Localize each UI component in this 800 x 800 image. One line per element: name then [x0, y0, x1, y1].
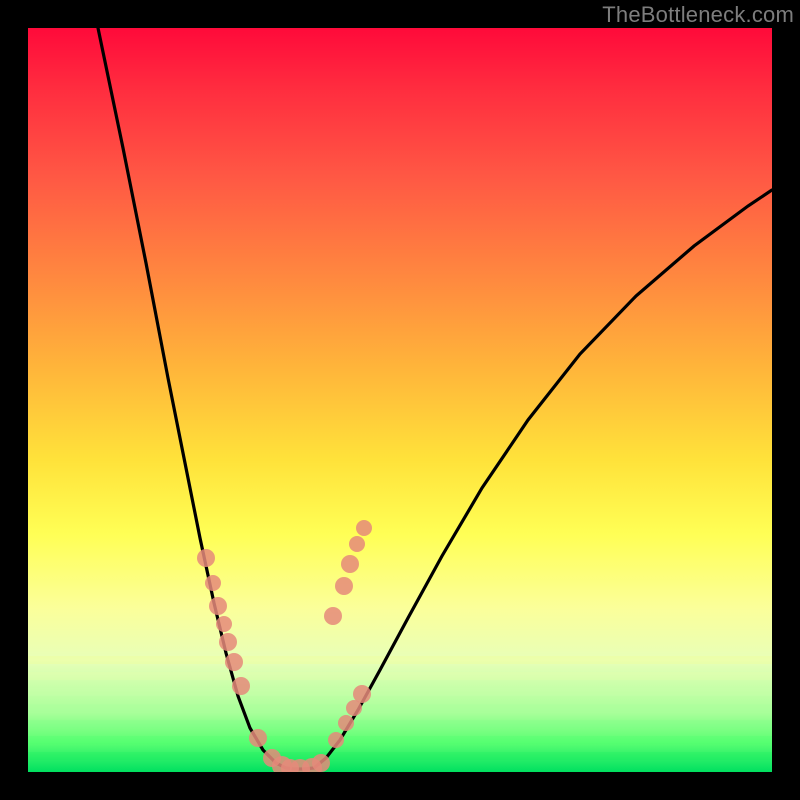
scatter-dot: [232, 677, 250, 695]
chart-frame: TheBottleneck.com: [0, 0, 800, 800]
plot-area: [28, 28, 772, 772]
scatter-dot: [335, 577, 353, 595]
scatter-dot: [216, 616, 232, 632]
scatter-dot: [197, 549, 215, 567]
scatter-dot: [225, 653, 243, 671]
scatter-dot: [205, 575, 221, 591]
scatter-dot: [349, 536, 365, 552]
scatter-dot: [249, 729, 267, 747]
scatter-dot: [338, 715, 354, 731]
scatter-dot: [209, 597, 227, 615]
scatter-dot: [219, 633, 237, 651]
curve-layer: [28, 28, 772, 772]
scatter-dots: [197, 520, 372, 772]
scatter-dot: [328, 732, 344, 748]
watermark-label: TheBottleneck.com: [602, 2, 794, 28]
scatter-dot: [346, 700, 362, 716]
scatter-dot: [324, 607, 342, 625]
scatter-dot: [341, 555, 359, 573]
scatter-dot: [312, 754, 330, 772]
bottleneck-curve: [98, 28, 772, 769]
scatter-dot: [356, 520, 372, 536]
